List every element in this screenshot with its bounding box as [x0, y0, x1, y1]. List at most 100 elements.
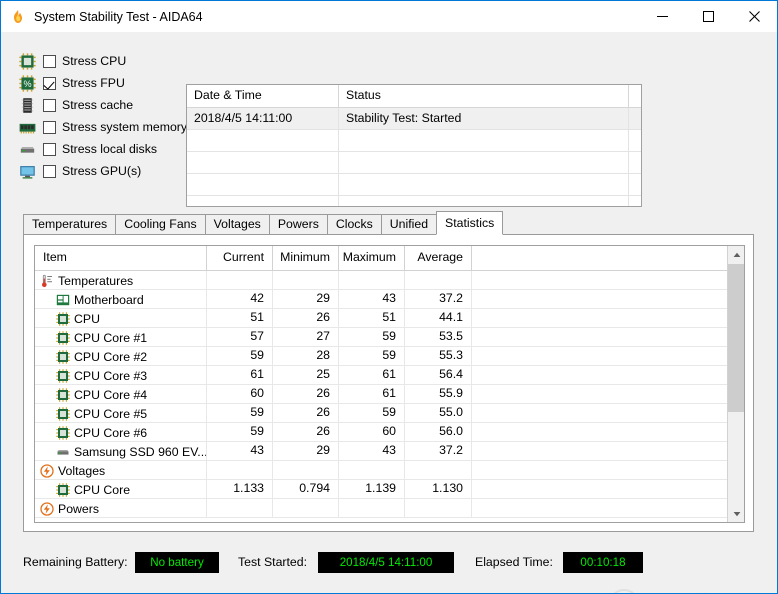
statistics-cell-filler: [472, 499, 653, 517]
log-row-empty[interactable]: [187, 130, 641, 152]
stress-checkbox[interactable]: [43, 164, 56, 178]
statistics-row[interactable]: Samsung SSD 960 EV... 43 29 43 37.2: [35, 442, 727, 461]
scroll-down-icon[interactable]: [728, 505, 744, 522]
scroll-up-icon[interactable]: [728, 246, 744, 263]
col-average[interactable]: Average: [405, 246, 472, 270]
statistics-cell-minimum: 27: [273, 328, 339, 346]
statistics-row[interactable]: Temperatures: [35, 271, 727, 290]
statistics-cell-maximum: 51: [339, 309, 405, 327]
statistics-cell-item: CPU Core: [35, 480, 207, 498]
close-icon[interactable]: [731, 1, 777, 32]
cpu-chip-icon: [56, 311, 70, 326]
stress-checkbox[interactable]: [43, 76, 56, 90]
hard-disk-icon: [19, 141, 36, 158]
stress-checkbox[interactable]: [43, 142, 56, 156]
log-row-empty[interactable]: [187, 196, 641, 206]
statistics-cell-average: 56.4: [405, 366, 472, 384]
stress-checkbox[interactable]: [43, 98, 56, 112]
statistics-cell-maximum: 43: [339, 290, 405, 308]
statistics-row[interactable]: CPU Core #3 61 25 61 56.4: [35, 366, 727, 385]
col-filler: [472, 246, 653, 270]
statistics-row[interactable]: Powers: [35, 499, 727, 518]
event-log-grid[interactable]: Date & Time Status 2018/4/5 14:11:00 Stab…: [186, 84, 642, 207]
svg-text:%: %: [23, 79, 31, 89]
statistics-row[interactable]: Voltages: [35, 461, 727, 480]
stress-option-row[interactable]: Stress local disks: [19, 138, 194, 160]
col-current[interactable]: Current: [207, 246, 273, 270]
statistics-cell-average: 1.130: [405, 480, 472, 498]
statistics-cell-average: [405, 499, 472, 517]
statistics-cell-filler: [472, 366, 653, 384]
statistics-cell-current: 59: [207, 347, 273, 365]
col-minimum[interactable]: Minimum: [273, 246, 339, 270]
statistics-cell-minimum: 25: [273, 366, 339, 384]
tab-strip: Temperatures Cooling Fans Voltages Powers Cl…: [23, 211, 504, 235]
statistics-item-label: CPU Core #1: [74, 330, 148, 345]
statistics-cell-maximum: 59: [339, 404, 405, 422]
statistics-cell-current: 42: [207, 290, 273, 308]
log-body: 2018/4/5 14:11:00 Stability Test: Started: [187, 108, 641, 206]
stress-option-row[interactable]: Stress cache: [19, 94, 194, 116]
minimize-icon[interactable]: [639, 1, 685, 32]
stress-checkbox[interactable]: [43, 54, 56, 68]
statistics-cell-average: 55.0: [405, 404, 472, 422]
tab-powers[interactable]: Powers: [268, 214, 328, 235]
statistics-row[interactable]: CPU Core #5 59 26 59 55.0: [35, 404, 727, 423]
statistics-row[interactable]: CPU Core 1.133 0.794 1.139 1.130: [35, 480, 727, 499]
log-row-empty[interactable]: [187, 152, 641, 174]
col-maximum[interactable]: Maximum: [339, 246, 405, 270]
log-cell-filler: [629, 152, 641, 174]
stress-option-row[interactable]: Stress CPU: [19, 50, 194, 72]
col-item[interactable]: Item: [35, 246, 207, 270]
statistics-cell-average: 56.0: [405, 423, 472, 441]
stress-option-row[interactable]: Stress GPU(s): [19, 160, 194, 182]
statistics-cell-item: CPU Core #1: [35, 328, 207, 346]
statistics-cell-item: CPU Core #4: [35, 385, 207, 403]
statistics-cell-item: CPU: [35, 309, 207, 327]
log-cell-filler: [629, 108, 641, 130]
log-cell-status: [339, 152, 629, 174]
statistics-row[interactable]: CPU Core #4 60 26 61 55.9: [35, 385, 727, 404]
statistics-scrollbar[interactable]: [727, 246, 744, 522]
stress-option-label: Stress local disks: [62, 142, 157, 156]
window-title: System Stability Test - AIDA64: [34, 9, 203, 24]
statistics-cell-minimum: 26: [273, 423, 339, 441]
flame-icon: [10, 9, 26, 25]
cpu-chip-icon: [56, 387, 70, 402]
stress-option-row[interactable]: % Stress FPU: [19, 72, 194, 94]
log-row[interactable]: 2018/4/5 14:11:00 Stability Test: Started: [187, 108, 641, 130]
statistics-cell-current: 61: [207, 366, 273, 384]
statistics-row[interactable]: Motherboard 42 29 43 37.2: [35, 290, 727, 309]
tab-temperatures[interactable]: Temperatures: [23, 214, 117, 235]
cpu-chip-icon: [56, 482, 70, 497]
maximize-icon[interactable]: [685, 1, 731, 32]
log-row-empty[interactable]: [187, 174, 641, 196]
window-controls: [639, 1, 777, 32]
elapsed-time-value: 00:10:18: [563, 551, 643, 573]
statistics-row[interactable]: CPU Core #2 59 28 59 55.3: [35, 347, 727, 366]
statistics-row[interactable]: CPU Core #6 59 26 60 56.0: [35, 423, 727, 442]
statistics-cell-current: 1.133: [207, 480, 273, 498]
statistics-row[interactable]: CPU Core #1 57 27 59 53.5: [35, 328, 727, 347]
stress-option-label: Stress cache: [62, 98, 134, 112]
log-cell-filler: [629, 174, 641, 196]
statistics-cell-average: 37.2: [405, 290, 472, 308]
statistics-grid[interactable]: Item Current Minimum Maximum Average Tem…: [34, 245, 745, 523]
elapsed-time-label: Elapsed Time:: [475, 555, 553, 569]
scrollbar-thumb[interactable]: [728, 264, 744, 412]
stress-option-row[interactable]: Stress system memory: [19, 116, 194, 138]
tab-unified[interactable]: Unified: [380, 214, 438, 235]
cpu-chip-icon: [56, 330, 70, 345]
statistics-row[interactable]: CPU 51 26 51 44.1: [35, 309, 727, 328]
tab-clocks[interactable]: Clocks: [326, 214, 382, 235]
tab-voltages[interactable]: Voltages: [204, 214, 270, 235]
statistics-cell-minimum: [273, 461, 339, 479]
ram-module-icon: [19, 119, 36, 136]
test-started-label: Test Started:: [238, 555, 308, 569]
lightning-icon: [40, 463, 54, 478]
stress-checkbox[interactable]: [43, 120, 56, 134]
tab-cooling-fans[interactable]: Cooling Fans: [115, 214, 206, 235]
statistics-cell-filler: [472, 461, 653, 479]
statistics-item-label: CPU Core #3: [74, 368, 148, 383]
tab-statistics[interactable]: Statistics: [436, 211, 504, 235]
